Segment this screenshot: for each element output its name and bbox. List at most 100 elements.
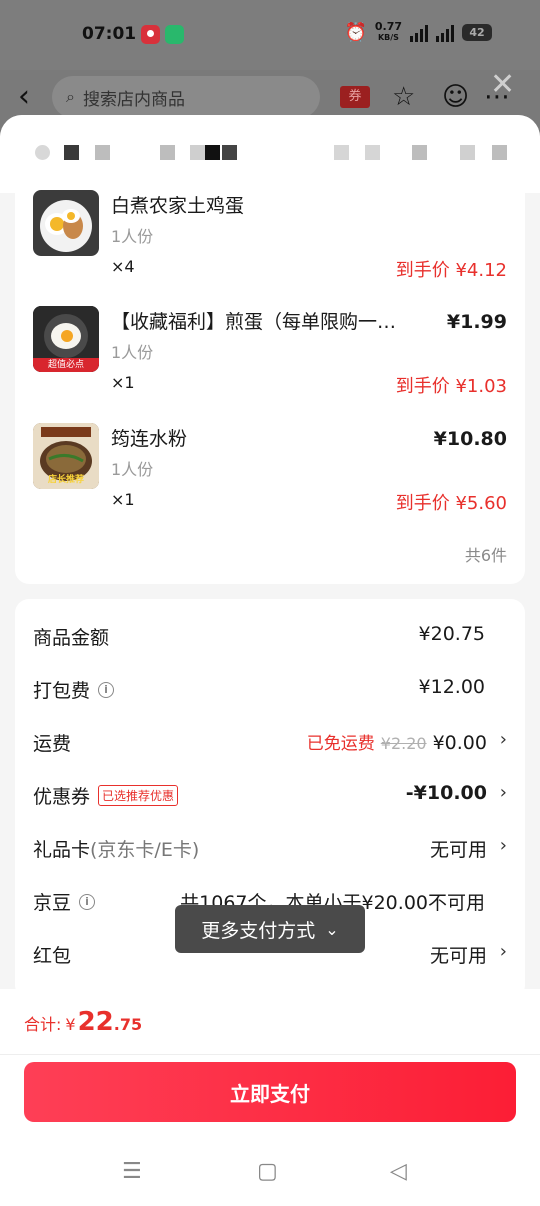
goods-amount-row: 商品金额 ¥20.75 [15,617,525,657]
item-spec: 1人份 [111,343,154,362]
info-icon[interactable]: i [98,681,115,698]
more-payment-methods-button[interactable]: 更多支付方式 ⌄ [175,905,365,953]
total-decimal: .75 [113,1015,143,1034]
shipping-value-group: 已免运费 ¥2.20 ¥0.00 [307,729,487,754]
masked-block [205,145,220,160]
item-spec: 1人份 [111,227,154,246]
signal-icon-1 [410,24,428,42]
item-qty: ×4 [111,257,135,276]
goods-amount-value: ¥20.75 [418,623,485,645]
jd-beans-label-group: 京豆 i [33,888,96,915]
coupon-icon[interactable]: 券 [340,86,370,108]
chevron-right-icon: › [499,782,507,803]
gift-card-sub: (京东卡/E卡) [90,839,200,861]
thumb-label: 超值必点 [47,360,84,370]
item-thumbnail [33,190,99,256]
iqiyi-app-icon [165,25,184,44]
alarm-icon: ⏰ [344,22,367,43]
item-name: 筠连水粉 [111,428,188,450]
back-triangle-icon[interactable]: ◁ [390,1159,407,1184]
free-shipping-text: 已免运费 [306,734,375,754]
status-bar: 07:01 ⏰ 0.77 KB/S 42 [0,0,540,70]
battery-icon: 42 [462,24,492,41]
total-currency: ¥ [65,1015,76,1034]
order-total: 合计: ¥ 22 .75 [24,1007,142,1037]
item-price: ¥1.99 [446,311,507,333]
info-icon[interactable]: i [79,893,96,910]
item-name: 【收藏福利】煎蛋（每单限购一… [111,311,397,333]
masked-block [492,145,507,160]
chevron-right-icon: › [499,941,507,962]
item-qty: ×1 [111,373,135,392]
total-label: 合计: [24,1015,62,1034]
shipping-label: 运费 [33,733,72,755]
divider [0,1054,540,1055]
red-packet-label: 红包 [33,945,72,967]
list-item[interactable]: 店长推荐 筠连水粉 ¥10.80 1人份 ×1 到手价 ¥5.60 [15,420,525,536]
masked-block [160,145,175,160]
list-item[interactable]: 超值必点 【收藏福利】煎蛋（每单限购一… ¥1.99 1人份 ×1 到手价 ¥1… [15,303,525,419]
store-search-input[interactable]: ⌕ 搜索店内商品 [52,76,320,118]
thumb-label: 店长推荐 [47,475,84,485]
search-placeholder: 搜索店内商品 [82,89,185,110]
back-arrow-icon[interactable]: ‹ [18,82,40,112]
shipping-row[interactable]: 运费 已免运费 ¥2.20 ¥0.00 › [15,723,525,763]
packing-fee-label: 打包费 [33,680,91,702]
coupon-label: 优惠券 [33,786,91,808]
masked-block [222,145,237,160]
total-integer: 22 [77,1007,114,1037]
more-payment-label: 更多支付方式 [201,919,316,942]
coupon-badge: 已选推荐优惠 [98,785,179,806]
masked-block [190,145,205,160]
chevron-right-icon: › [499,835,507,856]
checkout-footer: 合计: ¥ 22 .75 立即支付 ☰ ▢ ◁ [0,989,540,1206]
gift-card-row[interactable]: 礼品卡 (京东卡/E卡) 无可用 › [15,829,525,869]
net-speed-unit: KB/S [377,33,399,42]
masked-block [460,145,475,160]
shipping-value: ¥0.00 [432,732,487,754]
star-icon[interactable]: ☆ [392,82,415,112]
item-final-price: 到手价 ¥5.60 [395,493,507,514]
gift-card-value: 无可用 [429,839,487,861]
item-name: 白煮农家土鸡蛋 [111,195,245,217]
order-items-card: 白煮农家土鸡蛋 1人份 ×4 到手价 ¥4.12 超值必点 【收藏福利】煎蛋（每… [15,170,525,584]
net-speed-value: 0.77 [374,20,402,33]
coupon-row[interactable]: 优惠券 已选推荐优惠 -¥10.00 › [15,776,525,816]
coupon-label-group: 优惠券 已选推荐优惠 [33,782,179,809]
item-final-price: 到手价 ¥4.12 [395,260,507,281]
item-final-price: 到手价 ¥1.03 [395,376,507,397]
item-price: ¥10.80 [433,428,507,450]
coupon-value: -¥10.00 [405,782,487,804]
jd-beans-label: 京豆 [33,892,72,914]
menu-icon[interactable]: ☰ [122,1159,142,1184]
system-nav-bar: ☰ ▢ ◁ [0,1149,540,1199]
masked-block [412,145,427,160]
gift-card-label-group: 礼品卡 (京东卡/E卡) [33,835,199,862]
item-qty: ×1 [111,490,135,509]
item-spec: 1人份 [111,460,154,479]
red-packet-value: 无可用 [429,945,487,967]
close-icon[interactable]: ✕ [490,70,515,100]
masked-block [334,145,349,160]
goods-amount-label: 商品金额 [33,627,110,649]
packing-fee-row: 打包费 i ¥12.00 [15,670,525,710]
masked-block [64,145,79,160]
chat-icon[interactable]: ☺ [442,82,469,112]
video-app-icon [141,25,160,44]
chevron-right-icon: › [499,729,507,750]
net-speed: 0.77 KB/S [374,20,402,43]
shipping-original: ¥2.20 [380,734,427,753]
pay-now-button[interactable]: 立即支付 [24,1062,516,1122]
search-icon: ⌕ [66,87,75,106]
item-count: 共6件 [464,546,507,565]
item-thumbnail: 店长推荐 [33,423,99,489]
home-icon[interactable]: ▢ [257,1159,278,1184]
status-time: 07:01 [82,24,137,44]
chevron-double-down-icon: ⌄ [325,919,339,939]
packing-fee-value: ¥12.00 [418,676,485,698]
masked-block [95,145,110,160]
list-item[interactable]: 白煮农家土鸡蛋 1人份 ×4 到手价 ¥4.12 [15,187,525,303]
gift-card-label: 礼品卡 [33,839,91,861]
masked-block [365,145,380,160]
masked-block [35,145,50,160]
